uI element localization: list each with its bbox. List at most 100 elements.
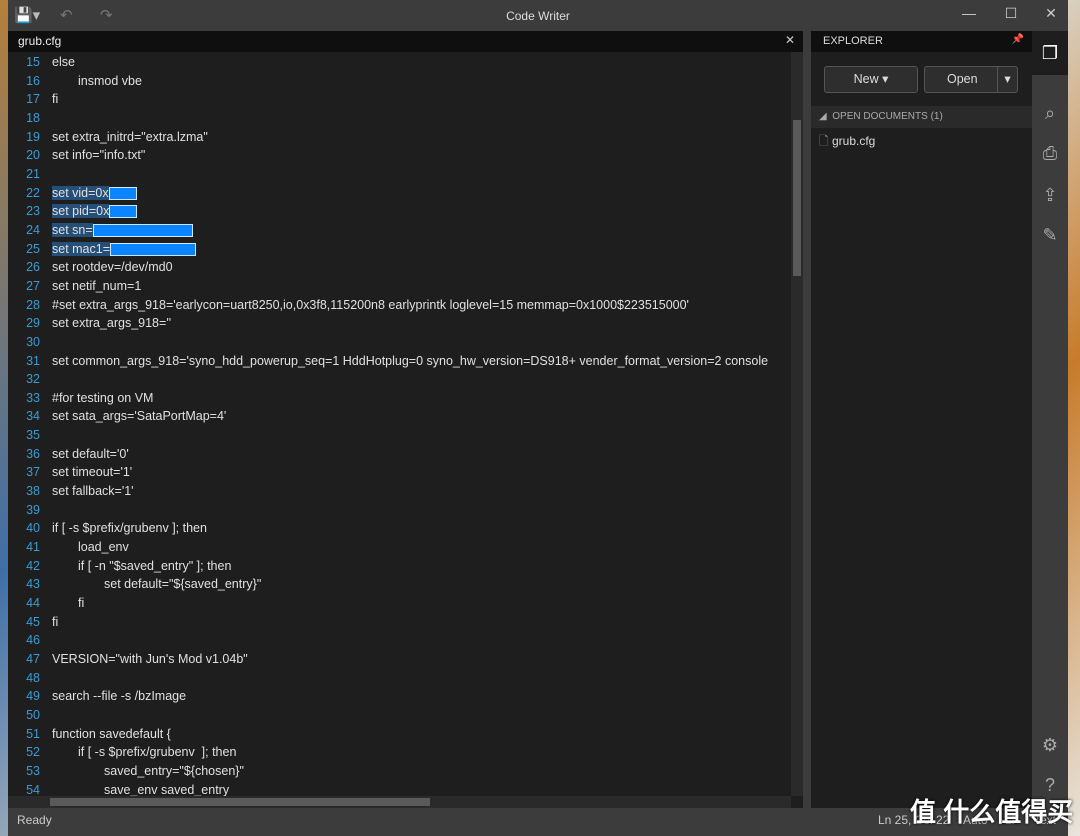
code-line[interactable]: 37 set timeout='1' <box>8 463 791 482</box>
code-line[interactable]: 33 #for testing on VM <box>8 389 791 408</box>
code-line[interactable]: 26 set rootdev=/dev/md0 <box>8 258 791 277</box>
code-line[interactable]: 24 set sn= <box>8 221 791 240</box>
code-line[interactable]: 35 <box>8 426 791 445</box>
line-text: #set extra_args_918='earlycon=uart8250,i… <box>52 297 689 312</box>
code-line[interactable]: 48 <box>8 669 791 688</box>
code-line[interactable]: 42 if [ -n "$saved_entry" ]; then <box>8 557 791 576</box>
maximize-button[interactable]: ☐ <box>996 5 1026 22</box>
code-line[interactable]: 51 function savedefault { <box>8 725 791 744</box>
code-line[interactable]: 28 #set extra_args_918='earlycon=uart8250… <box>8 296 791 315</box>
settings-icon[interactable]: ⚙ <box>1032 735 1068 756</box>
tab-grub-cfg[interactable]: grub.cfg <box>18 34 61 48</box>
code-line[interactable]: 45 fi <box>8 613 791 632</box>
code-line[interactable]: 47 VERSION="with Jun's Mod v1.04b" <box>8 650 791 669</box>
line-number: 52 <box>26 745 40 760</box>
open-label: Open <box>947 72 978 86</box>
line-number: 27 <box>26 278 40 293</box>
close-button[interactable]: ✕ <box>1036 5 1066 22</box>
code-line[interactable]: 44 fi <box>8 594 791 613</box>
line-text: set vid=0x <box>52 185 109 200</box>
code-line[interactable]: 15 else <box>8 53 791 72</box>
document-name: grub.cfg <box>832 134 876 148</box>
code-line[interactable]: 38 set fallback='1' <box>8 482 791 501</box>
side-rail: ❐ ⌕ ⎙ ⇪ ✎ ⚙ ? <box>1032 31 1068 808</box>
code-line[interactable]: 27 set netif_num=1 <box>8 277 791 296</box>
code-line[interactable]: 20 set info="info.txt" <box>8 146 791 165</box>
code-line[interactable]: 29 set extra_args_918='' <box>8 314 791 333</box>
line-text: fi <box>78 596 85 611</box>
code-line[interactable]: 36 set default='0' <box>8 445 791 464</box>
code-line[interactable]: 18 <box>8 109 791 128</box>
code-line[interactable]: 25 set mac1= <box>8 240 791 259</box>
code-line[interactable]: 41 load_env <box>8 538 791 557</box>
line-number: 32 <box>26 372 40 387</box>
line-text: set default="${saved_entry}" <box>104 577 262 592</box>
vertical-scrollbar[interactable] <box>791 52 803 796</box>
code-line[interactable]: 40 if [ -s $prefix/grubenv ]; then <box>8 519 791 538</box>
open-documents-section[interactable]: ◢ OPEN DOCUMENTS (1) <box>811 106 1032 128</box>
code-line[interactable]: 31 set common_args_918='syno_hdd_powerup_… <box>8 352 791 371</box>
line-number: 22 <box>26 185 40 200</box>
code-line[interactable]: 23 set pid=0x <box>8 202 791 221</box>
line-number: 24 <box>26 222 40 237</box>
line-number: 50 <box>26 707 40 722</box>
line-text: saved_entry="${chosen}" <box>104 763 244 778</box>
code-line[interactable]: 50 <box>8 706 791 725</box>
line-number: 39 <box>26 502 40 517</box>
line-number: 15 <box>26 55 40 69</box>
line-text: set sata_args='SataPortMap=4' <box>52 409 227 424</box>
document-item[interactable]: 🗋 grub.cfg <box>819 132 875 153</box>
line-number: 18 <box>26 110 40 125</box>
line-text: if [ -s $prefix/grubenv ]; then <box>52 521 207 536</box>
open-dropdown[interactable]: ▾ <box>997 67 1017 92</box>
line-number: 44 <box>26 596 40 611</box>
line-number: 25 <box>26 241 40 256</box>
code-line[interactable]: 46 <box>8 631 791 650</box>
line-number: 35 <box>26 428 40 443</box>
open-button[interactable]: Open ▾ <box>924 66 1018 93</box>
scroll-thumb[interactable] <box>793 120 801 276</box>
status-ready: Ready <box>17 813 52 827</box>
code-area[interactable]: 15 else 16 insmod vbe 17 fi 18 19 set extra_init… <box>8 53 791 796</box>
line-number: 31 <box>26 353 40 368</box>
search-icon[interactable]: ⌕ <box>1032 103 1068 124</box>
share-icon[interactable]: ⇪ <box>1032 185 1068 206</box>
code-line[interactable]: 34 set sata_args='SataPortMap=4' <box>8 407 791 426</box>
watermark-logo: 值 什么值得买 <box>910 797 1074 827</box>
line-number: 37 <box>26 465 40 480</box>
code-line[interactable]: 19 set extra_initrd="extra.lzma" <box>8 128 791 147</box>
code-line[interactable]: 16 insmod vbe <box>8 72 791 91</box>
window-title: Code Writer <box>506 9 570 23</box>
line-text: save_env saved_entry <box>104 782 230 796</box>
pin-icon[interactable]: 📌 <box>1012 34 1024 45</box>
code-line[interactable]: 32 <box>8 370 791 389</box>
minimize-button[interactable]: — <box>954 5 984 21</box>
line-text: fi <box>52 92 59 107</box>
edit-icon[interactable]: ✎ <box>1032 225 1068 246</box>
print-icon[interactable]: ⎙ <box>1032 143 1068 164</box>
line-text: set common_args_918='syno_hdd_powerup_se… <box>52 353 769 368</box>
line-text: search --file -s /bzImage <box>52 689 187 704</box>
close-tab-icon[interactable]: ✕ <box>785 33 795 47</box>
line-number: 34 <box>26 409 40 424</box>
line-text: function savedefault { <box>52 726 171 741</box>
code-line[interactable]: 17 fi <box>8 90 791 109</box>
horizontal-scrollbar[interactable] <box>8 796 791 808</box>
code-line[interactable]: 21 <box>8 165 791 184</box>
line-number: 51 <box>26 726 40 741</box>
code-line[interactable]: 22 set vid=0x <box>8 184 791 203</box>
code-line[interactable]: 49 search --file -s /bzImage <box>8 687 791 706</box>
new-button[interactable]: New ▾ <box>824 66 918 93</box>
code-line[interactable]: 39 <box>8 501 791 520</box>
code-line[interactable]: 54 save_env saved_entry <box>8 781 791 796</box>
documents-icon[interactable]: ❐ <box>1032 31 1068 75</box>
scroll-thumb[interactable] <box>50 798 430 806</box>
line-number: 41 <box>26 540 40 555</box>
line-number: 20 <box>26 148 40 163</box>
code-line[interactable]: 53 saved_entry="${chosen}" <box>8 762 791 781</box>
explorer-header: EXPLORER 📌 <box>811 31 1032 52</box>
redaction-box <box>92 224 193 238</box>
code-line[interactable]: 52 if [ -s $prefix/grubenv ]; then <box>8 743 791 762</box>
code-line[interactable]: 43 set default="${saved_entry}" <box>8 575 791 594</box>
code-line[interactable]: 30 <box>8 333 791 352</box>
